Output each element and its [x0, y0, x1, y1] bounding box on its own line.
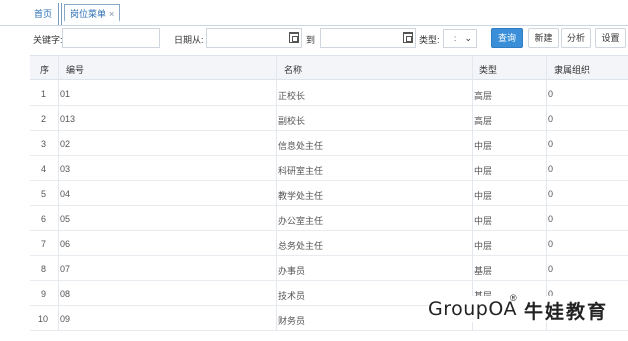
date-to-input[interactable]: [320, 28, 416, 48]
table-row[interactable]: 2 013 副校长 高层 0: [30, 106, 628, 131]
date-from-input[interactable]: [206, 28, 302, 48]
tab-position-menu-label: 岗位菜单: [70, 9, 107, 19]
row-seq: 9: [41, 289, 47, 299]
row-code: 04: [60, 189, 71, 199]
keyword-label: 关键字:: [33, 35, 63, 45]
column-header-seq[interactable]: 序: [40, 63, 49, 76]
row-code: 08: [60, 289, 71, 299]
table-row[interactable]: 5 04 教学处主任 中层 0: [30, 181, 628, 206]
row-name: 科研室主任: [278, 166, 324, 176]
column-header-code[interactable]: 编号: [66, 63, 84, 76]
type-select[interactable]: : ⌄: [443, 29, 477, 48]
table-row[interactable]: 1 01 正校长 高层 0: [30, 81, 628, 106]
row-org: 0: [548, 239, 554, 249]
close-icon[interactable]: ×: [109, 9, 114, 19]
row-org: 0: [548, 139, 554, 149]
row-name: 技术员: [278, 291, 306, 301]
row-seq: 8: [41, 264, 47, 274]
column-divider: [276, 55, 277, 331]
calendar-icon[interactable]: [403, 32, 413, 43]
row-name: 信息处主任: [278, 141, 324, 151]
row-org: 0: [548, 264, 554, 274]
tab-position-menu[interactable]: 岗位菜单 ×: [64, 4, 121, 22]
registered-mark: ®: [510, 293, 517, 303]
row-name: 教学处主任: [278, 191, 324, 201]
column-header-org[interactable]: 隶属组织: [554, 63, 590, 76]
row-seq: 1: [41, 89, 47, 99]
row-code: 05: [60, 214, 71, 224]
row-org: 0: [548, 189, 554, 199]
table-header: 序 编号 名称 类型 隶属组织: [30, 55, 628, 80]
row-type: 中层: [474, 216, 493, 226]
row-name: 办事员: [278, 266, 306, 276]
tab-bar: 首页 岗位菜单 ×: [0, 0, 628, 26]
row-name: 办公室主任: [278, 216, 324, 226]
watermark-brand-en: GroupOA: [428, 298, 517, 320]
row-org: 0: [548, 214, 554, 224]
row-org: 0: [548, 164, 554, 174]
column-header-name[interactable]: 名称: [284, 63, 302, 76]
table-row[interactable]: 8 07 办事员 基层 0: [30, 256, 628, 281]
row-type: 高层: [474, 116, 493, 126]
search-toolbar: 关键字: 日期从: 到 类型: : ⌄ 查询 新建 分析 设置: [0, 27, 628, 51]
row-seq: 5: [41, 189, 47, 199]
row-name: 总务处主任: [278, 241, 324, 251]
row-seq: 7: [41, 239, 47, 249]
row-code: 03: [60, 164, 71, 174]
row-seq: 3: [41, 139, 47, 149]
date-to-label: 到: [306, 35, 316, 45]
row-code: 09: [60, 314, 71, 324]
row-type: 中层: [474, 241, 493, 251]
row-seq: 6: [41, 214, 47, 224]
query-button[interactable]: 查询: [491, 28, 523, 48]
row-type: 基层: [474, 266, 493, 276]
keyword-input[interactable]: [62, 28, 160, 48]
row-type: 中层: [474, 191, 493, 201]
row-org: 0: [548, 89, 554, 99]
row-type: 中层: [474, 166, 493, 176]
new-button[interactable]: 新建: [528, 28, 559, 48]
type-label: 类型:: [419, 35, 440, 45]
analyze-button[interactable]: 分析: [561, 28, 591, 48]
brand-watermark: GroupOA ® 牛娃教育: [428, 293, 628, 323]
table-row[interactable]: 3 02 信息处主任 中层 0: [30, 131, 628, 156]
date-from-label: 日期从:: [174, 35, 204, 45]
row-seq: 2: [41, 114, 47, 124]
row-seq: 4: [41, 164, 47, 174]
row-code: 013: [60, 114, 76, 124]
row-name: 正校长: [278, 91, 306, 101]
type-select-value: :: [454, 34, 457, 43]
row-name: 财务员: [278, 316, 306, 326]
column-divider: [58, 55, 59, 331]
table-row[interactable]: 7 06 总务处主任 中层 0: [30, 231, 628, 256]
tab-divider: [58, 3, 62, 25]
column-divider: [472, 55, 473, 331]
row-code: 02: [60, 139, 71, 149]
calendar-icon[interactable]: [289, 32, 299, 43]
table-row[interactable]: 6 05 办公室主任 中层 0: [30, 206, 628, 231]
row-name: 副校长: [278, 116, 306, 126]
table-row[interactable]: 4 03 科研室主任 中层 0: [30, 156, 628, 181]
row-org: 0: [548, 114, 554, 124]
row-code: 01: [60, 89, 71, 99]
row-seq: 10: [38, 314, 49, 324]
row-code: 06: [60, 239, 71, 249]
row-type: 中层: [474, 141, 493, 151]
column-header-type[interactable]: 类型: [479, 63, 497, 76]
tab-home[interactable]: 首页: [29, 5, 57, 23]
settings-button[interactable]: 设置: [595, 28, 626, 48]
column-divider: [546, 55, 547, 331]
watermark-brand-cn: 牛娃教育: [524, 301, 609, 323]
chevron-down-icon: ⌄: [464, 33, 472, 43]
tab-underline: [0, 25, 628, 26]
row-code: 07: [60, 264, 71, 274]
row-type: 高层: [474, 91, 493, 101]
